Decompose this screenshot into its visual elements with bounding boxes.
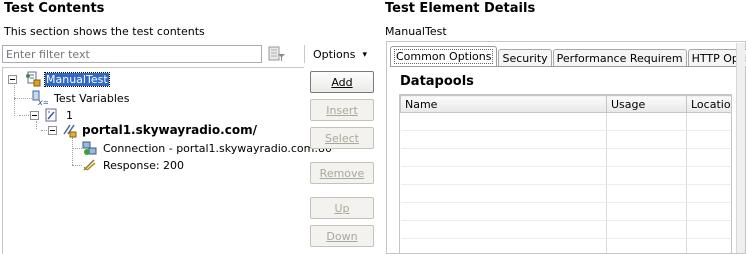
tree-line — [72, 148, 82, 149]
table-row[interactable] — [400, 148, 731, 167]
response-icon — [82, 157, 98, 173]
test-contents-description: This section shows the test contents — [4, 25, 205, 38]
column-header-name[interactable]: Name — [400, 95, 607, 113]
column-header-location[interactable]: Location — [686, 95, 731, 113]
insert-button[interactable]: Insert — [310, 99, 374, 121]
tree-label: ManualTest — [44, 71, 110, 87]
column-header-usage[interactable]: Usage — [606, 95, 687, 113]
tree-item-connection[interactable]: Connection - portal1.skywayradio.com:80 — [82, 140, 332, 156]
connection-icon — [82, 140, 98, 156]
select-button-label: Select — [325, 131, 359, 145]
tree-line — [14, 83, 15, 116]
tabs-underline — [390, 66, 736, 67]
insert-button-label: Insert — [326, 103, 358, 117]
details-scrollbar[interactable] — [736, 43, 745, 253]
variables-icon: x= — [32, 90, 49, 107]
tree-label: portal1.skywayradio.com/ — [82, 123, 257, 137]
table-row[interactable] — [400, 184, 731, 203]
tree-label: Test Variables — [54, 91, 130, 105]
tree-line — [14, 98, 32, 99]
collapse-icon[interactable] — [48, 125, 57, 135]
details-tabs: Common Options Security Performance Requ… — [390, 46, 746, 66]
options-button[interactable]: Options ▾ — [313, 48, 367, 61]
tree-label: Response: 200 — [103, 158, 185, 172]
tab-label: Common Options — [394, 49, 494, 64]
up-button-label: Up — [334, 201, 350, 215]
table-row[interactable] — [400, 238, 731, 253]
filter-icon[interactable] — [268, 46, 286, 62]
tree-label: 1 — [66, 108, 73, 122]
down-button[interactable]: Down — [310, 225, 374, 247]
tree-item-variables[interactable]: x= Test Variables — [32, 90, 130, 107]
test-icon — [25, 71, 41, 87]
tab-common-options[interactable]: Common Options — [390, 46, 498, 66]
tree-item-page[interactable]: portal1.skywayradio.com/ — [48, 122, 257, 138]
tree-line — [72, 165, 82, 166]
element-name: ManualTest — [385, 25, 447, 38]
chevron-down-icon: ▾ — [362, 49, 367, 60]
tab-label: Performance Requirem — [556, 51, 683, 65]
loop-icon — [44, 107, 60, 123]
options-label: Options — [313, 48, 356, 61]
table-row[interactable] — [400, 130, 731, 149]
select-button[interactable]: Select — [310, 127, 374, 149]
tree-line — [72, 137, 73, 165]
add-button-label: Add — [331, 75, 353, 89]
tab-performance-requirements[interactable]: Performance Requirem — [552, 49, 687, 66]
remove-button-label: Remove — [319, 166, 365, 180]
test-contents-title: Test Contents — [4, 1, 105, 16]
tree-label: Connection - portal1.skywayradio.com:80 — [103, 141, 333, 155]
table-row[interactable] — [400, 166, 731, 185]
svg-text:x=: x= — [37, 98, 48, 106]
tree-item-root[interactable]: ManualTest — [8, 71, 110, 87]
table-row[interactable] — [400, 220, 731, 239]
up-button[interactable]: Up — [310, 197, 374, 219]
tree-item-loop[interactable]: 1 — [30, 107, 73, 123]
datapools-title: Datapools — [400, 74, 474, 89]
tab-security[interactable]: Security — [498, 49, 552, 66]
options-separator — [304, 45, 305, 63]
collapse-icon[interactable] — [30, 110, 39, 120]
filter-input[interactable] — [2, 45, 262, 63]
page-icon — [62, 122, 78, 138]
down-button-label: Down — [326, 229, 358, 243]
datapools-table[interactable]: Name Usage Location — [399, 94, 732, 254]
add-button[interactable]: Add — [310, 71, 374, 93]
collapse-icon[interactable] — [8, 74, 17, 84]
remove-button[interactable]: Remove — [310, 162, 374, 184]
tab-label: Security — [502, 51, 548, 65]
table-row[interactable] — [400, 112, 731, 131]
table-row[interactable] — [400, 202, 731, 221]
tree-item-response[interactable]: Response: 200 — [82, 157, 184, 173]
test-element-details-title: Test Element Details — [385, 1, 536, 16]
